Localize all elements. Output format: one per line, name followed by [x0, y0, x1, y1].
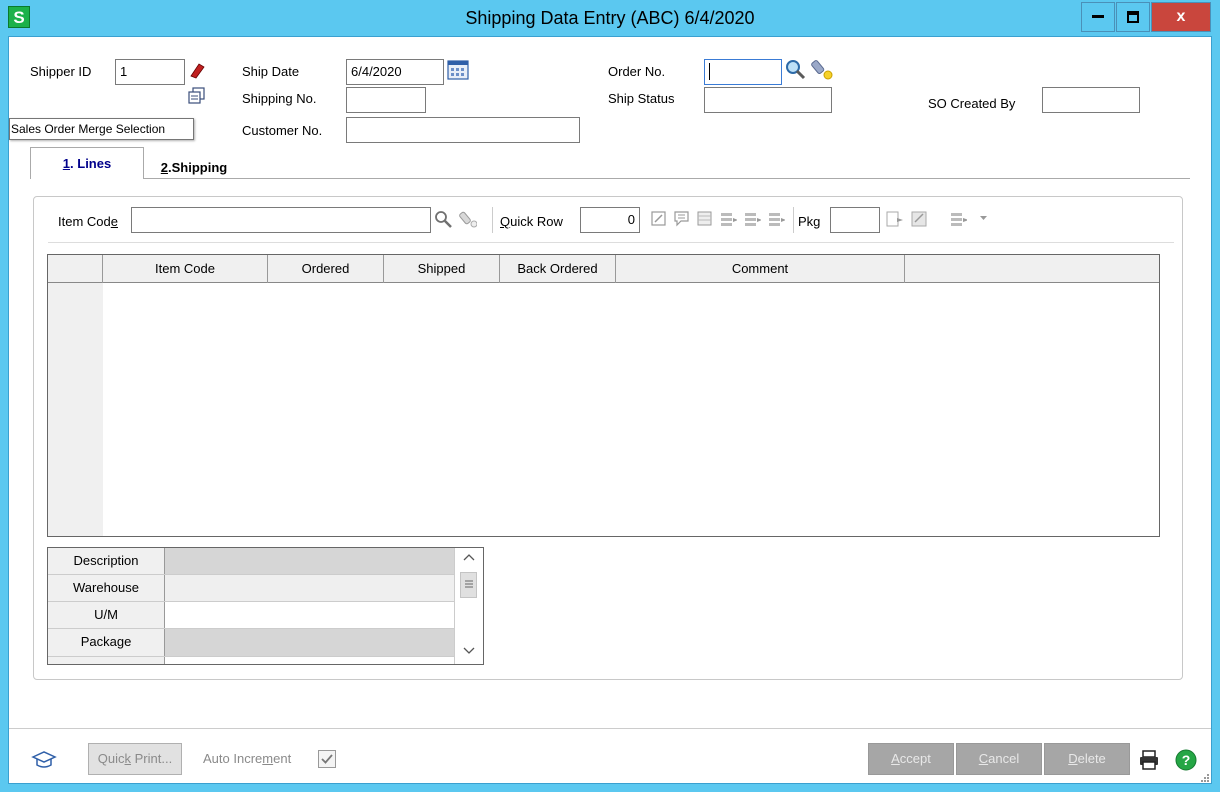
copy-merge-icon[interactable]: [186, 87, 206, 107]
lines-grid[interactable]: [47, 254, 1160, 537]
toolbar-divider: [48, 242, 1174, 243]
property-value: [165, 629, 454, 656]
maximize-icon: [1127, 11, 1139, 23]
resize-grip-icon[interactable]: [1200, 773, 1210, 783]
text-cursor: [709, 63, 710, 80]
checkmark-icon: [321, 754, 333, 764]
item-lookup-flashlight-icon[interactable]: [459, 210, 477, 228]
insert-line-icon[interactable]: [719, 210, 737, 228]
ship-status-label: Ship Status: [608, 91, 675, 106]
column-header-item-code[interactable]: Item Code: [103, 255, 268, 283]
order-no-field[interactable]: [704, 59, 782, 85]
maximize-button[interactable]: [1116, 2, 1150, 32]
toolbar-separator: [793, 207, 794, 233]
tab-lines-label: Lines: [77, 156, 112, 171]
order-no-label: Order No.: [608, 64, 666, 79]
tab-lines-key: 1: [62, 156, 71, 171]
tab-shipping-label: Shipping: [171, 160, 228, 175]
property-row-um[interactable]: U/M: [48, 602, 454, 629]
column-header-back-ordered[interactable]: Back Ordered: [500, 255, 616, 283]
property-row-description[interactable]: Description: [48, 548, 454, 575]
column-header-ordered[interactable]: Ordered: [268, 255, 384, 283]
scroll-grip-icon: [465, 580, 473, 588]
grid-icon[interactable]: [696, 210, 714, 228]
accept-button[interactable]: Accept: [868, 743, 954, 775]
close-button[interactable]: x: [1151, 2, 1211, 32]
quick-print-button[interactable]: Quick Print...: [88, 743, 182, 775]
grid-corner: [48, 255, 103, 283]
package-add-icon[interactable]: [885, 210, 903, 228]
so-created-by-label: SO Created By: [928, 96, 1016, 111]
property-row-package[interactable]: Package: [48, 629, 454, 657]
item-code-input[interactable]: [131, 207, 431, 233]
property-value: [165, 575, 454, 601]
package-dist-icon[interactable]: [910, 210, 928, 228]
search-icon[interactable]: [785, 59, 807, 81]
footer-divider: [9, 728, 1211, 729]
auto-increment-label: Auto Increment: [203, 751, 292, 766]
calendar-icon[interactable]: [447, 59, 469, 81]
cancel-button[interactable]: Cancel: [956, 743, 1042, 775]
so-created-by-field[interactable]: [1042, 87, 1140, 113]
training-cap-icon[interactable]: [31, 749, 57, 771]
property-row-warehouse[interactable]: Warehouse: [48, 575, 454, 602]
delete-button[interactable]: Delete: [1044, 743, 1130, 775]
edit-line-icon[interactable]: [650, 210, 668, 228]
minimize-button[interactable]: [1081, 2, 1115, 32]
customer-no-label: Customer No.: [242, 123, 323, 138]
toolbar-separator: [492, 207, 493, 233]
tab-shipping-key: 2: [160, 160, 168, 175]
delete-line-icon[interactable]: [767, 210, 785, 228]
pkg-input[interactable]: [830, 207, 880, 233]
property-name: Warehouse: [48, 575, 165, 601]
grid-row-header: [48, 283, 103, 536]
scroll-down-icon[interactable]: [463, 646, 475, 656]
printer-icon[interactable]: [1138, 749, 1160, 771]
tooltip: Sales Order Merge Selection: [9, 118, 194, 140]
customer-no-field[interactable]: [346, 117, 580, 143]
comment-icon[interactable]: [673, 210, 691, 228]
window-title: Shipping Data Entry (ABC) 6/4/2020: [465, 8, 755, 28]
svg-text:?: ?: [1182, 752, 1191, 768]
minimize-icon: [1092, 15, 1104, 18]
item-code-label: Item Code: [58, 214, 118, 229]
auto-increment-checkbox[interactable]: [318, 750, 336, 768]
copy-line-icon[interactable]: [743, 210, 761, 228]
eraser-icon[interactable]: [188, 61, 206, 79]
column-header-shipped[interactable]: Shipped: [384, 255, 500, 283]
more-lines-icon[interactable]: [949, 210, 967, 228]
ship-date-label: Ship Date: [242, 64, 300, 79]
flashlight-icon[interactable]: [811, 59, 835, 81]
property-value: [165, 548, 454, 574]
quick-row-input[interactable]: 0: [580, 207, 640, 233]
column-header-comment[interactable]: Comment: [616, 255, 905, 283]
item-search-icon[interactable]: [434, 210, 452, 228]
property-name: Description: [48, 548, 165, 574]
ship-date-field[interactable]: 6/4/2020: [346, 59, 444, 85]
property-row-partial: [48, 657, 165, 664]
property-value: [165, 602, 454, 628]
shipper-id-label: Shipper ID: [30, 64, 92, 79]
property-name: Package: [48, 629, 165, 656]
shipping-no-field[interactable]: [346, 87, 426, 113]
quick-row-label: Quick Row: [500, 214, 563, 229]
shipper-id-field[interactable]: 1: [115, 59, 185, 85]
tab-shipping[interactable]: 2.Shipping: [144, 152, 244, 184]
shipping-no-label: Shipping No.: [242, 91, 317, 106]
pkg-label: Pkg: [798, 214, 821, 229]
ship-status-field[interactable]: [704, 87, 832, 113]
property-name: U/M: [48, 602, 165, 628]
scroll-up-icon[interactable]: [463, 553, 475, 563]
chevron-down-icon[interactable]: [980, 216, 988, 222]
help-icon[interactable]: ?: [1174, 748, 1198, 772]
tab-lines[interactable]: 1. Lines: [30, 147, 144, 179]
